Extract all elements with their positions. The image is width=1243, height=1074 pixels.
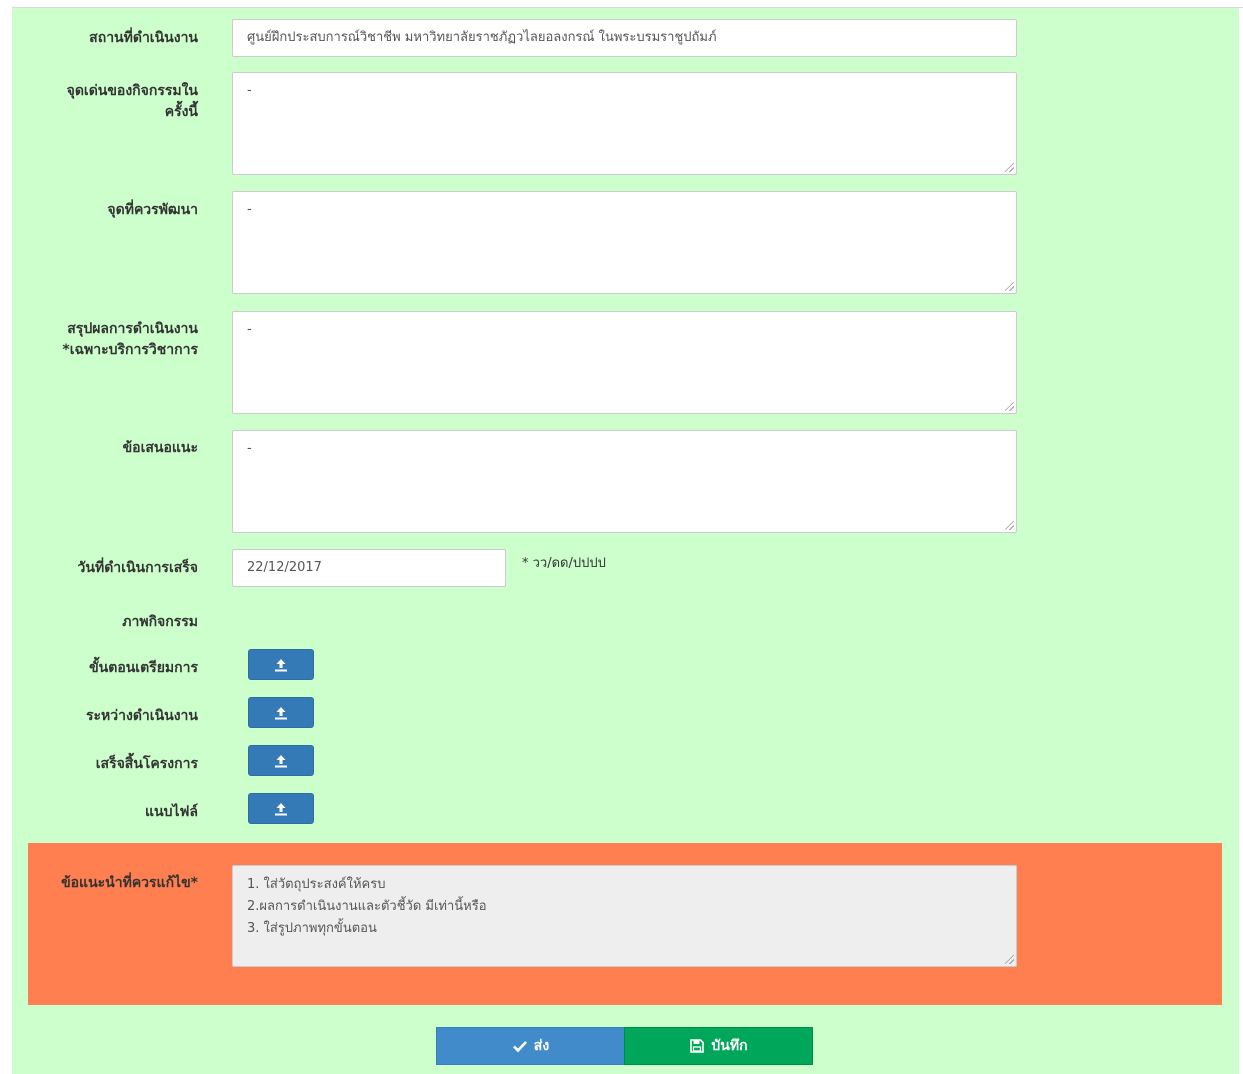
save-button-label: บันทึก — [711, 1038, 748, 1054]
suggestion-label: ข้อเสนอแนะ — [122, 440, 198, 456]
photos-label: ภาพกิจกรรม — [122, 614, 198, 630]
summary-label: สรุปผลการดำเนินงาน *เฉพาะบริการวิชาการ — [20, 319, 198, 361]
check-icon — [512, 1041, 527, 1053]
improve-value: - — [247, 202, 252, 217]
highlights-label: จุดเด่นของกิจกรรมใน ครั้งนี้ — [20, 81, 198, 123]
fix-suggestion-line: 1. ใส่วัตถุประสงค์ให้ครบ — [247, 877, 386, 892]
fix-suggestion-section: ข้อแนะนำที่ควรแก้ไข* 1. ใส่วัตถุประสงค์ใ… — [28, 843, 1222, 1005]
highlights-textarea[interactable]: - — [232, 72, 1017, 175]
fix-suggestion-textarea[interactable]: 1. ใส่วัตถุประสงค์ให้ครบ 2.ผลการดำเนินงา… — [232, 865, 1017, 967]
upload-icon — [275, 706, 287, 719]
upload-icon — [275, 754, 287, 767]
highlights-label-line1: จุดเด่นของกิจกรรมใน — [66, 83, 198, 99]
resize-handle-icon[interactable] — [1005, 521, 1014, 530]
fix-suggestion-label: ข้อแนะนำที่ควรแก้ไข* — [61, 875, 198, 891]
improve-textarea[interactable]: - — [232, 191, 1017, 294]
resize-handle-icon[interactable] — [1005, 955, 1014, 964]
upload-icon — [275, 658, 287, 671]
improve-label: จุดที่ควรพัฒนา — [107, 202, 198, 218]
resize-handle-icon[interactable] — [1005, 402, 1014, 411]
save-button[interactable]: บันทึก — [624, 1027, 813, 1065]
upload-finish-button[interactable] — [248, 745, 314, 776]
summary-label-line2: *เฉพาะบริการวิชาการ — [62, 342, 198, 358]
upload-icon — [275, 802, 287, 815]
completed-date-input[interactable]: 22/12/2017 — [232, 549, 506, 587]
during-label: ระหว่างดำเนินงาน — [86, 708, 198, 724]
upload-attach-button[interactable] — [248, 793, 314, 824]
summary-value: - — [247, 322, 252, 337]
fix-suggestion-line: 3. ใส่รูปภาพทุกขั้นตอน — [247, 921, 377, 936]
finish-label: เสร็จสิ้นโครงการ — [95, 756, 198, 772]
summary-label-line1: สรุปผลการดำเนินงาน — [67, 321, 198, 337]
floppy-disk-icon — [690, 1039, 705, 1053]
upload-prepare-button[interactable] — [248, 649, 314, 680]
send-button-label: ส่ง — [533, 1038, 550, 1054]
summary-textarea[interactable]: - — [232, 311, 1017, 414]
suggestion-value: - — [247, 441, 252, 456]
resize-handle-icon[interactable] — [1005, 163, 1014, 172]
date-format-hint: * วว/ดด/ปปปป — [522, 556, 606, 571]
highlights-label-line2: ครั้งนี้ — [164, 104, 198, 120]
location-input[interactable]: ศูนย์ฝึกประสบการณ์วิชาชีพ มหาวิทยาลัยราช… — [232, 19, 1017, 57]
send-button[interactable]: ส่ง — [436, 1027, 625, 1065]
fix-suggestion-line: 2.ผลการดำเนินงานและตัวชี้วัด มีเท่านี้หร… — [247, 899, 487, 914]
prepare-label: ขั้นตอนเตรียมการ — [89, 660, 198, 676]
highlights-value: - — [247, 83, 252, 98]
attach-label: แนบไฟล์ — [144, 804, 198, 820]
completed-date-label: วันที่ดำเนินการเสร็จ — [77, 560, 198, 576]
resize-handle-icon[interactable] — [1005, 282, 1014, 291]
suggestion-textarea[interactable]: - — [232, 430, 1017, 533]
upload-during-button[interactable] — [248, 697, 314, 728]
location-label: สถานที่ดำเนินงาน — [89, 30, 198, 46]
